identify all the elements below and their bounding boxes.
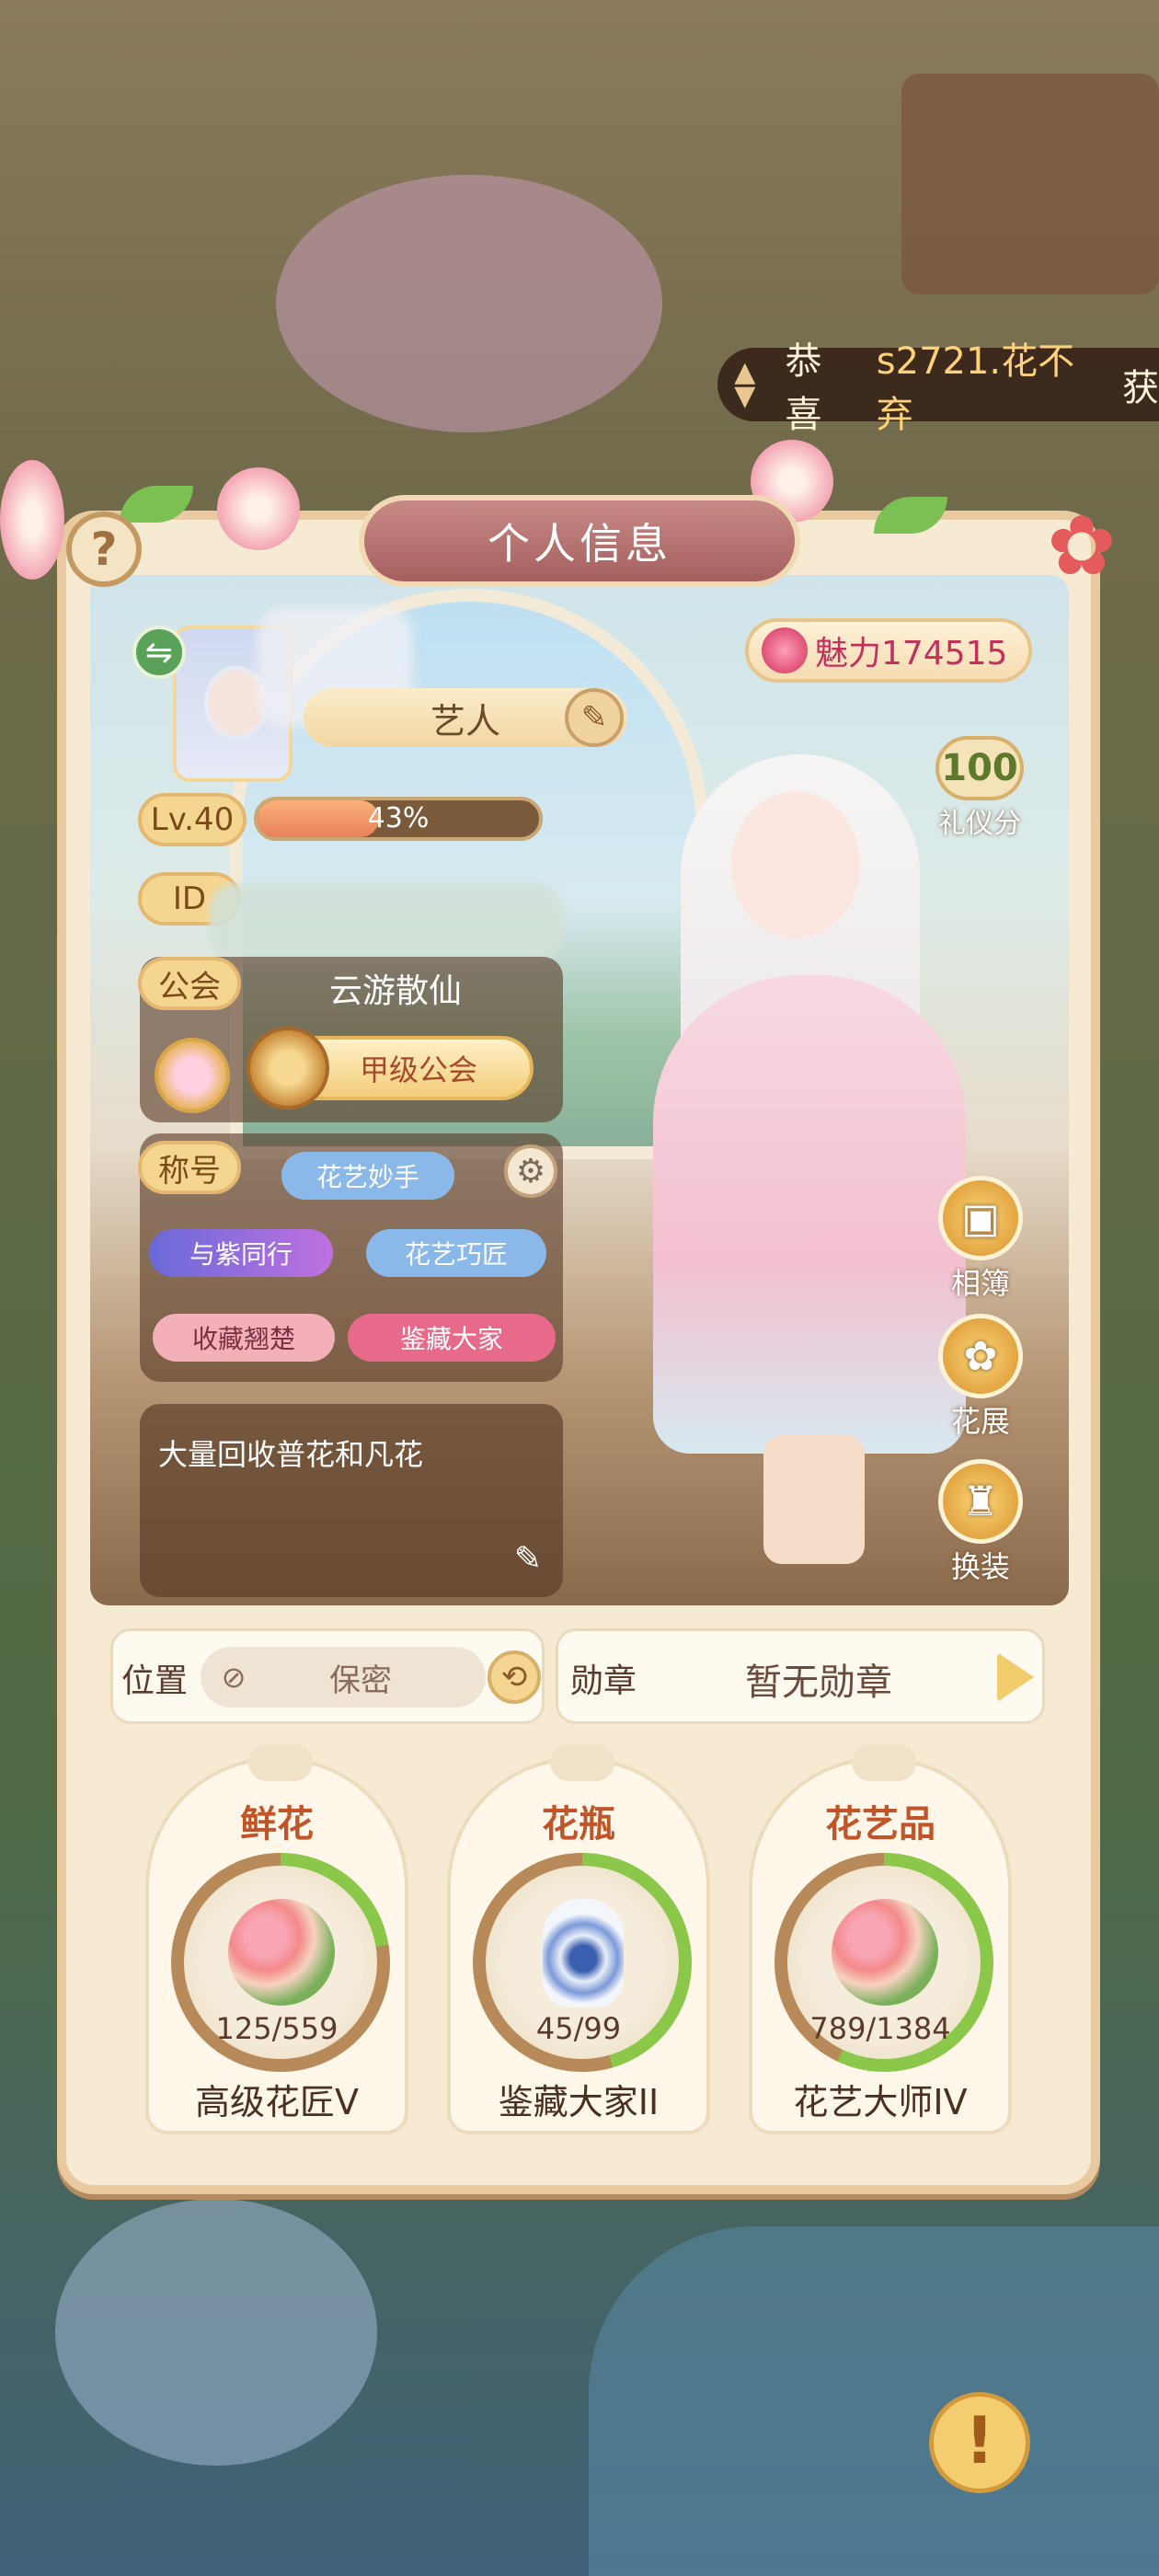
card-count: 125/559	[215, 2011, 339, 2046]
swap-icon: ⇋	[144, 633, 174, 672]
banner-prefix: 恭喜	[785, 340, 822, 436]
collection-card-arrangements[interactable]: 花艺品 789/1384 花艺大师IV	[749, 1744, 1012, 2134]
level-progress-text: 43%	[367, 802, 430, 834]
helm-wheel-icon	[247, 1027, 329, 1110]
dress-up-button[interactable]: ♜ 换装	[935, 1459, 1027, 1586]
flower-show-label: 花展	[950, 1404, 1010, 1439]
cherry-tree	[276, 175, 662, 432]
guild-tag: 公会	[138, 957, 241, 1010]
card-rank: 花艺大师IV	[793, 2082, 968, 2122]
dress-up-label: 换装	[950, 1549, 1010, 1584]
refresh-location-button[interactable]: ⟲	[488, 1650, 541, 1704]
title-chip[interactable]: 鉴藏大家	[348, 1314, 556, 1362]
title-chip[interactable]: 花艺巧匠	[366, 1229, 546, 1277]
location-label: 位置	[121, 1662, 189, 1700]
scroll-arrows-icon: ▲ ▼	[734, 356, 756, 412]
title-chip[interactable]: 花艺妙手	[281, 1152, 454, 1200]
charm-value: 魅力174515	[815, 635, 1008, 673]
dress-up-icon: ♜	[938, 1459, 1023, 1544]
banner-tail: 获	[1121, 367, 1159, 409]
refresh-icon: ⟲	[500, 1659, 528, 1696]
edit-signature-button[interactable]: ✎	[508, 1540, 548, 1581]
vase-icon	[543, 1899, 624, 2007]
river	[589, 2226, 1159, 2576]
card-rank: 鉴藏大家II	[498, 2082, 660, 2122]
panel-title: 个人信息	[359, 495, 800, 587]
blurred-id	[210, 883, 563, 962]
card-heading: 鲜花	[240, 1803, 314, 1846]
photo-album-icon: ▣	[938, 1176, 1023, 1260]
signature-text: 大量回收普花和凡花	[158, 1437, 424, 1472]
bouquet-icon	[228, 1899, 335, 2006]
collection-card-vases[interactable]: 花瓶 45/99 鉴藏大家II	[447, 1744, 710, 2134]
title-tag: 称号	[138, 1141, 241, 1194]
flower-show-icon: ✿	[938, 1314, 1023, 1398]
card-heading: 花艺品	[825, 1803, 935, 1846]
flower-decoration	[217, 467, 300, 550]
location-text: 保密	[329, 1662, 392, 1699]
swap-avatar-button[interactable]: ⇋	[132, 626, 186, 679]
edit-name-button[interactable]: ✎	[565, 688, 624, 747]
pencil-icon: ✎	[580, 699, 608, 736]
album-button[interactable]: ▣ 相簿	[935, 1176, 1027, 1303]
card-count: 45/99	[535, 2011, 622, 2046]
rose-icon	[762, 627, 808, 673]
exclamation-icon: !	[965, 2403, 994, 2478]
medal-label: 勋章	[570, 1662, 637, 1700]
flower-show-button[interactable]: ✿ 花展	[935, 1314, 1027, 1441]
alert-button[interactable]: !	[929, 2392, 1030, 2493]
signature-box[interactable]: 大量回收普花和凡花	[140, 1404, 563, 1597]
pencil-icon: ✎	[513, 1540, 543, 1578]
bouquet-icon	[832, 1899, 938, 2006]
medal-value: 暂无勋章	[745, 1662, 892, 1704]
level-progress-bar: 43%	[254, 797, 543, 841]
title-chip[interactable]: 收藏翘楚	[153, 1314, 335, 1362]
charm-badge: 魅力174515	[745, 618, 1032, 683]
guild-name[interactable]: 云游散仙	[230, 964, 561, 1010]
title-settings-button[interactable]: ⚙	[504, 1144, 557, 1198]
close-icon: ✿	[1047, 498, 1117, 594]
card-count: 789/1384	[809, 2011, 951, 2046]
pavilion	[901, 74, 1159, 294]
lotus-icon	[155, 1038, 230, 1113]
character-model[interactable]	[644, 681, 993, 1592]
help-button[interactable]: ?	[66, 512, 142, 587]
announcement-banner[interactable]: ▲ ▼ 恭喜 s2721.花不弃 获	[717, 340, 1159, 436]
title-chip[interactable]: 与紫同行	[149, 1229, 333, 1277]
flower-decoration	[0, 460, 64, 580]
close-button[interactable]: ✿	[1039, 504, 1124, 589]
fountain-statue	[55, 2199, 377, 2466]
collection-card-flowers[interactable]: 鲜花 125/559 高级花匠V	[145, 1744, 408, 2134]
question-icon: ?	[90, 523, 118, 576]
level-tag: Lv.40	[138, 793, 247, 846]
hidden-eye-icon: ⊘	[221, 1660, 247, 1695]
banner-player: s2721.花不弃	[876, 340, 1075, 436]
album-label: 相簿	[950, 1266, 1010, 1301]
location-value[interactable]: ⊘ 保密	[201, 1647, 486, 1708]
card-heading: 花瓶	[542, 1803, 615, 1846]
card-rank: 高级花匠V	[195, 2082, 359, 2122]
gear-icon: ⚙	[515, 1152, 546, 1190]
